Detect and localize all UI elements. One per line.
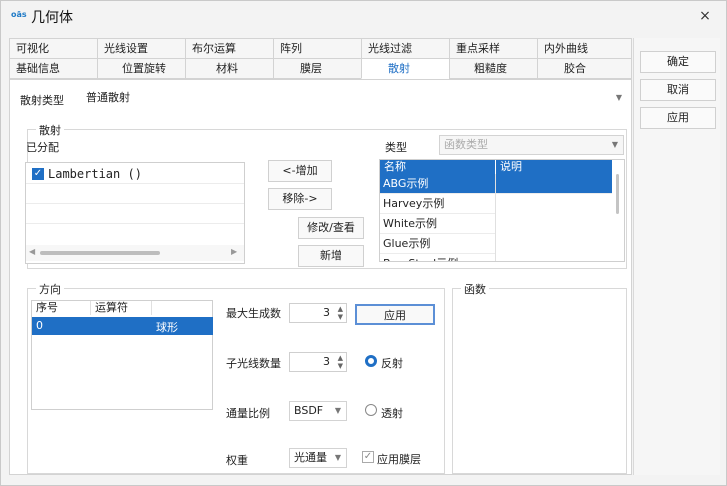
function-group-title: 函数: [461, 281, 489, 297]
new-button[interactable]: 新增: [298, 245, 364, 267]
horizontal-scrollbar[interactable]: ◀ ▶: [26, 245, 244, 261]
add-button[interactable]: <-增加: [268, 160, 332, 182]
scatter-panel: 散射类型 普通散射 ▼ 散射 已分配 ✓ Lambertian () ◀ ▶ <…: [9, 79, 632, 475]
cancel-button[interactable]: 取消: [640, 79, 716, 101]
weight-label: 权重: [226, 454, 248, 467]
tab-visualization[interactable]: 可视化: [9, 38, 98, 59]
tab-coating[interactable]: 膜层: [273, 58, 362, 79]
chevron-down-icon: ▼: [334, 406, 341, 415]
scatter-function-table[interactable]: 名称 说明 ABG示例 Harvey示例 White示例 Glue示例 Bare…: [379, 159, 625, 262]
checkbox-checked-icon[interactable]: ✓: [32, 168, 44, 180]
table-row[interactable]: ABG示例: [380, 174, 496, 194]
table-cell: [496, 174, 612, 194]
table-row[interactable]: BareSteel示例: [380, 254, 496, 261]
table-row[interactable]: Harvey示例: [380, 194, 496, 214]
chevron-down-icon: ▼: [611, 140, 618, 149]
max-generation-label: 最大生成数: [226, 307, 281, 320]
flux-ratio-label: 通量比例: [226, 407, 270, 420]
apply-coating-label: 应用膜层: [377, 453, 421, 466]
sub-rays-spinner[interactable]: 3 ▲ ▼: [289, 352, 347, 372]
transmit-label: 透射: [381, 407, 403, 420]
remove-button[interactable]: 移除->: [268, 188, 332, 210]
ok-button[interactable]: 确定: [640, 51, 716, 73]
function-type-select: 函数类型 ▼: [439, 135, 624, 155]
tab-scatter[interactable]: 散射: [361, 58, 450, 79]
scatter-type-value: 普通散射: [86, 91, 130, 104]
tab-importance-sampling[interactable]: 重点采样: [449, 38, 538, 59]
scroll-left-icon[interactable]: ◀: [29, 247, 35, 256]
spinner-arrows-icon[interactable]: ▲ ▼: [338, 305, 343, 321]
chevron-down-icon: ▼: [615, 93, 622, 102]
chevron-down-icon: ▼: [334, 453, 341, 462]
tab-roughness[interactable]: 粗糙度: [449, 58, 538, 79]
tab-basic-info[interactable]: 基础信息: [9, 58, 98, 79]
column-header-index[interactable]: 序号: [32, 301, 91, 315]
tab-position-rotation[interactable]: 位置旋转: [97, 58, 186, 79]
max-generation-spinner[interactable]: 3 ▲ ▼: [289, 303, 347, 323]
scrollbar-thumb[interactable]: [40, 251, 160, 255]
column-header-name[interactable]: 名称: [380, 160, 495, 174]
scatter-group-title: 散射: [36, 122, 64, 138]
tab-inner-outer-curve[interactable]: 内外曲线: [537, 38, 632, 59]
scatter-type-select[interactable]: 普通散射 ▼: [82, 89, 627, 109]
direction-table[interactable]: 序号 运算符 0 球形: [31, 300, 213, 410]
flux-ratio-select[interactable]: BSDF ▼: [289, 401, 347, 421]
dialog-window: oās 几何体 × 可视化 光线设置 布尔运算 阵列 光线过滤 重点采样 内外曲…: [0, 0, 727, 486]
column-header-operator[interactable]: 运算符: [91, 301, 152, 315]
apply-generation-button[interactable]: 应用: [355, 304, 435, 325]
function-group: 函数: [452, 281, 627, 474]
table-row[interactable]: White示例: [380, 214, 496, 234]
tab-ray-filter[interactable]: 光线过滤: [361, 38, 450, 59]
scroll-right-icon[interactable]: ▶: [231, 247, 237, 256]
direction-group: 方向 序号 运算符 0 球形 最大生成数 3 ▲ ▼ 应用 子光线数量 3 ▲ ▼: [27, 281, 445, 474]
apply-button[interactable]: 应用: [640, 107, 716, 129]
weight-select[interactable]: 光通量 ▼: [289, 448, 347, 468]
tab-ray-settings[interactable]: 光线设置: [97, 38, 186, 59]
sub-rays-label: 子光线数量: [226, 357, 281, 370]
transmit-radio[interactable]: [365, 404, 377, 416]
dialog-actions: 确定 取消 应用: [633, 38, 720, 475]
table-row[interactable]: Glue示例: [380, 234, 496, 254]
table-row[interactable]: 0 球形: [32, 317, 213, 335]
tab-strip: 可视化 光线设置 布尔运算 阵列 光线过滤 重点采样 内外曲线 基础信息 位置旋…: [9, 38, 632, 80]
row-index: 0: [36, 319, 43, 332]
scatter-group: 散射 已分配 ✓ Lambertian () ◀ ▶ <-增加 移除-> 修改/…: [25, 122, 627, 269]
reflect-radio[interactable]: [365, 355, 377, 367]
title-bar: oās 几何体 ×: [1, 1, 726, 31]
tab-boolean[interactable]: 布尔运算: [185, 38, 274, 59]
window-title: 几何体: [31, 10, 73, 26]
modify-view-button[interactable]: 修改/查看: [298, 217, 364, 239]
weight-value: 光通量: [294, 451, 327, 464]
sub-rays-value: 3: [323, 355, 330, 368]
close-icon[interactable]: ×: [695, 6, 715, 26]
type-label: 类型: [385, 141, 407, 154]
apply-coating-checkbox[interactable]: ✓: [362, 451, 374, 463]
flux-ratio-value: BSDF: [294, 404, 324, 417]
assigned-list[interactable]: ✓ Lambertian () ◀ ▶: [25, 162, 245, 264]
tab-material[interactable]: 材料: [185, 58, 274, 79]
tab-cement[interactable]: 胶合: [537, 58, 632, 79]
row-shape: 球形: [156, 321, 178, 334]
direction-group-title: 方向: [36, 281, 64, 297]
tab-array[interactable]: 阵列: [273, 38, 362, 59]
spinner-arrows-icon[interactable]: ▲ ▼: [338, 354, 343, 370]
reflect-label: 反射: [381, 357, 403, 370]
scatter-type-label: 散射类型: [20, 94, 64, 107]
column-header-description[interactable]: 说明: [496, 160, 612, 174]
assigned-item-label: Lambertian (): [48, 167, 142, 181]
assigned-label: 已分配: [26, 141, 59, 154]
max-generation-value: 3: [323, 306, 330, 319]
vertical-scrollbar[interactable]: [616, 174, 619, 214]
function-type-value: 函数类型: [444, 138, 488, 151]
app-logo-icon: oās: [11, 10, 27, 19]
